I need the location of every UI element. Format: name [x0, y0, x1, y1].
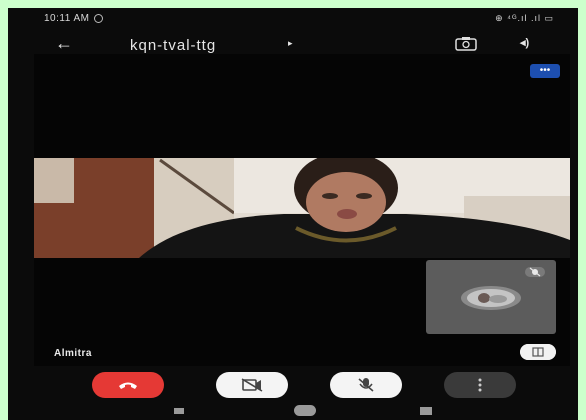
more-icon[interactable]: •••: [530, 64, 560, 78]
back-arrow-icon[interactable]: ←: [50, 33, 78, 53]
more-options-button[interactable]: [444, 372, 516, 398]
nav-recents-icon[interactable]: [420, 407, 432, 415]
status-bar: 10:11 AM ⊕ ⁴ᴳ.ıl .ıl ▭: [8, 8, 578, 28]
end-call-button[interactable]: [92, 372, 164, 398]
camera-toggle-button[interactable]: [216, 372, 288, 398]
camera-off-icon: [241, 378, 263, 392]
layout-icon[interactable]: [520, 344, 556, 360]
avatar: [461, 286, 521, 310]
speaker-icon[interactable]: ◂): [520, 36, 546, 52]
call-controls: [8, 368, 578, 400]
system-nav-bar: [8, 402, 578, 420]
video-area: ••• Almitra: [34, 54, 570, 366]
more-vert-icon: [478, 378, 482, 392]
self-view-tile[interactable]: [426, 260, 556, 334]
phone-screen: 10:11 AM ⊕ ⁴ᴳ.ıl .ıl ▭ ← kqn-tval-ttg ▸ …: [8, 8, 578, 420]
hang-up-icon: [119, 382, 137, 389]
participant-video: [34, 158, 570, 258]
participant-name: Almitra: [54, 348, 92, 359]
mic-off-icon: [358, 378, 374, 392]
status-icons: ⊕ ⁴ᴳ.ıl .ıl ▭: [495, 13, 554, 23]
nav-back-icon[interactable]: [174, 408, 184, 414]
switch-camera-icon[interactable]: [454, 36, 478, 52]
notification-icon: [94, 14, 103, 23]
meeting-code[interactable]: kqn-tval-ttg: [130, 37, 216, 54]
mic-toggle-button[interactable]: [330, 372, 402, 398]
chevron-right-icon[interactable]: ▸: [288, 38, 293, 49]
nav-home-icon[interactable]: [294, 405, 316, 416]
status-time: 10:11 AM: [44, 13, 90, 24]
mic-off-icon: [525, 267, 545, 277]
